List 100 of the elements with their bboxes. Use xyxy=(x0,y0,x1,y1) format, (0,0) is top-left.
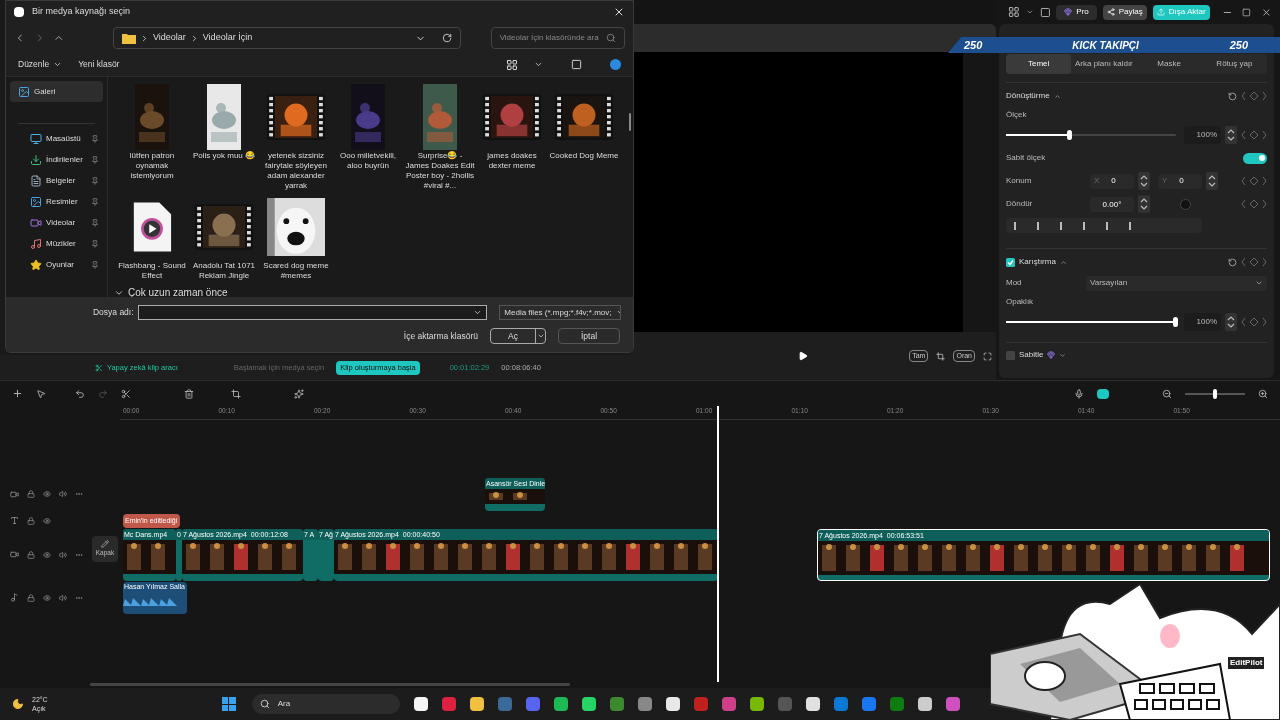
file-item[interactable]: Cooked Dog Meme xyxy=(548,83,620,191)
cancel-button[interactable]: İptal xyxy=(558,328,620,344)
close-icon[interactable] xyxy=(1261,6,1272,18)
search-field[interactable]: Ara xyxy=(251,694,400,714)
link-toggle-icon[interactable] xyxy=(1097,388,1109,399)
view-icon[interactable] xyxy=(506,58,518,71)
breadcrumb-item[interactable]: Videolar xyxy=(152,31,186,45)
crop-icon[interactable] xyxy=(936,351,946,361)
eye-icon[interactable] xyxy=(43,490,51,498)
checkbox[interactable] xyxy=(1006,350,1015,360)
effects-icon[interactable] xyxy=(294,388,304,399)
checkbox[interactable] xyxy=(1006,257,1015,267)
stepper-button[interactable] xyxy=(1138,195,1150,213)
split-icon[interactable] xyxy=(121,388,131,399)
slider-thumb[interactable] xyxy=(1172,317,1178,327)
undo-icon[interactable] xyxy=(75,388,85,399)
keyframe-icon[interactable] xyxy=(1241,130,1267,140)
section-title[interactable]: Dönüştürme xyxy=(1006,90,1050,102)
reset-icon[interactable] xyxy=(1228,257,1237,267)
zoom-slider-thumb[interactable] xyxy=(1213,388,1217,399)
sidebar-item[interactable]: Belgeler xyxy=(10,170,103,191)
volume-icon[interactable] xyxy=(59,550,67,559)
lock-icon[interactable] xyxy=(27,516,35,525)
keyframe-icon[interactable] xyxy=(1241,257,1267,267)
pro-button[interactable]: Pro xyxy=(1056,4,1097,20)
panel-icon[interactable] xyxy=(1039,6,1051,18)
lock-icon[interactable] xyxy=(27,550,35,559)
collapse-icon[interactable] xyxy=(1059,258,1067,266)
reset-icon[interactable] xyxy=(1228,91,1237,101)
microphone-icon[interactable] xyxy=(1074,388,1084,399)
keyframe-icon[interactable] xyxy=(1241,317,1267,327)
taskbar-app-icon[interactable] xyxy=(749,697,764,711)
keyframe-icon[interactable] xyxy=(1241,91,1267,101)
add-icon[interactable] xyxy=(12,388,23,399)
section-title[interactable]: Sabitle xyxy=(1019,349,1044,361)
volume-icon[interactable] xyxy=(59,490,67,498)
pin-icon[interactable] xyxy=(91,134,99,143)
refresh-icon[interactable] xyxy=(441,33,452,43)
close-icon[interactable] xyxy=(613,6,625,18)
tab[interactable]: Arka planı kaldır xyxy=(1071,54,1137,74)
section-title[interactable]: Karıştırma xyxy=(1019,256,1056,268)
taskbar-app-icon[interactable] xyxy=(665,697,680,711)
stepper-button[interactable] xyxy=(1225,126,1237,144)
pin-icon[interactable] xyxy=(91,155,99,164)
pointer-icon[interactable] xyxy=(36,388,46,399)
file-item[interactable]: Ooo milletvekili, aloo buyrün xyxy=(332,83,404,191)
taskbar-app-icon[interactable] xyxy=(553,697,568,711)
maximize-icon[interactable] xyxy=(1242,7,1252,17)
mode-select[interactable]: Varsayılan xyxy=(1086,275,1267,291)
play-icon[interactable] xyxy=(797,351,808,361)
file-item[interactable]: Flashbang - Sound Effect xyxy=(116,193,188,281)
delete-icon[interactable] xyxy=(184,388,194,399)
pin-icon[interactable] xyxy=(91,197,99,206)
share-button[interactable]: Paylaş xyxy=(1102,4,1147,20)
tab[interactable]: Temel xyxy=(1006,54,1072,74)
sidebar-item[interactable]: Müzikler xyxy=(10,233,103,254)
file-item[interactable]: Surprise😂 - James Doakes Edit Poster boy - 2hollis #viral #... xyxy=(404,83,476,191)
stepper-button[interactable] xyxy=(1225,313,1237,331)
pin-icon[interactable] xyxy=(91,239,99,248)
sidebar-item[interactable]: Oyunlar xyxy=(10,254,103,275)
rotation-field[interactable]: 0.00° xyxy=(1090,196,1134,212)
sidebar-item[interactable]: Masaüstü xyxy=(10,128,103,149)
weather-icon[interactable] xyxy=(12,698,24,710)
start-icon[interactable] xyxy=(221,697,236,711)
help-icon[interactable] xyxy=(610,59,621,70)
value-field[interactable]: 100% xyxy=(1183,313,1221,331)
zoom-out-icon[interactable] xyxy=(1162,388,1172,399)
volume-icon[interactable] xyxy=(59,593,67,602)
search-field[interactable]: Videolar İçin klasöründe ara xyxy=(490,27,625,49)
import-folder-link[interactable]: İçe aktarma klasörü xyxy=(403,329,478,343)
dropdown-icon[interactable] xyxy=(536,332,545,340)
file-item[interactable]: lütfen patron oynamak istemiyorum xyxy=(116,83,188,191)
lock-icon[interactable] xyxy=(27,593,35,602)
taskbar-app-icon[interactable] xyxy=(413,697,428,711)
taskbar-app-icon[interactable] xyxy=(469,697,484,711)
layout-icon[interactable] xyxy=(1008,6,1020,18)
zoom-in-icon[interactable] xyxy=(1258,388,1268,399)
file-type-select[interactable]: Media files (*.mpg;*.f4v;*.mov; xyxy=(499,305,621,320)
sidebar-item[interactable]: Videolar xyxy=(10,212,103,233)
assistant-label[interactable]: EditPilot xyxy=(1228,657,1265,669)
stepper-button[interactable] xyxy=(1206,172,1218,190)
address-field[interactable]: Videolar Videolar İçin xyxy=(112,27,461,49)
sidebar-item[interactable]: Resimler xyxy=(10,191,103,212)
preview-pane-icon[interactable] xyxy=(571,59,582,70)
taskbar-app-icon[interactable] xyxy=(581,697,596,711)
value-field[interactable]: 100% xyxy=(1183,126,1221,144)
collapse-icon[interactable] xyxy=(1053,92,1061,100)
caret-icon[interactable] xyxy=(534,60,543,69)
more-icon[interactable] xyxy=(75,490,83,498)
tab[interactable]: Rötuş yap xyxy=(1201,54,1267,74)
keyframe-icon[interactable] xyxy=(1241,176,1267,186)
file-item[interactable]: Polis yok muu 😂 xyxy=(188,83,260,191)
file-name-field[interactable] xyxy=(137,305,488,320)
sidebar-item[interactable]: İndirilenler xyxy=(10,149,103,170)
eye-icon[interactable] xyxy=(43,593,51,602)
dropdown-icon[interactable] xyxy=(473,308,483,317)
file-item[interactable]: james doakes dexter meme xyxy=(476,83,548,191)
caret-icon[interactable] xyxy=(1025,8,1034,16)
menu-item[interactable]: Yeni klasör xyxy=(78,58,120,71)
crop-icon[interactable] xyxy=(231,388,241,399)
